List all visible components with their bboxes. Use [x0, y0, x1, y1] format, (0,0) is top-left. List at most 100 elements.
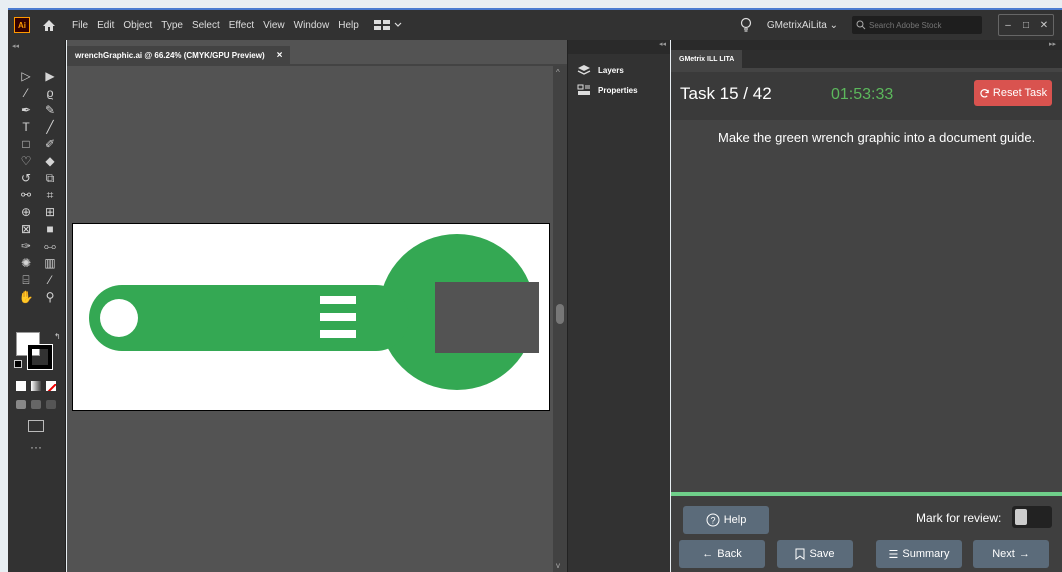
- default-colors-icon[interactable]: [14, 360, 22, 368]
- hand-tool-icon[interactable]: ✋: [15, 289, 37, 304]
- next-button[interactable]: Next →: [973, 540, 1049, 568]
- maximize-button[interactable]: □: [1017, 15, 1035, 35]
- help-button[interactable]: ? Help: [683, 506, 769, 534]
- mark-for-review-toggle[interactable]: [1012, 506, 1052, 528]
- lasso-tool-icon[interactable]: ϱ: [39, 85, 61, 100]
- artboard-tool-icon[interactable]: ⌸: [15, 272, 37, 287]
- rotate-tool-icon[interactable]: ↺: [15, 170, 37, 185]
- main-menu: File Edit Object Type Select Effect View…: [72, 20, 368, 31]
- save-label: Save: [809, 548, 835, 560]
- document-tab[interactable]: wrenchGraphic.ai @ 66.24% (CMYK/GPU Prev…: [67, 46, 291, 64]
- perspective-grid-tool-icon[interactable]: ⊞: [39, 204, 61, 219]
- tools-panel: ◂◂ ▷ ▶ ⁄ ϱ ✒ ✎ T ╱ □ ✐ ♡ ◆ ↺ ⧉ ⚯ ⌗ ⊕ ⊞ ⊠…: [8, 40, 66, 572]
- menu-bar: Ai File Edit Object Type Select Effect V…: [8, 8, 1062, 40]
- help-label: Help: [723, 514, 747, 526]
- layers-panel-button[interactable]: Layers: [568, 60, 670, 80]
- gradient-mode-icon[interactable]: [31, 381, 41, 391]
- scroll-up-icon[interactable]: ^: [556, 68, 560, 77]
- menu-edit[interactable]: Edit: [97, 20, 114, 31]
- menu-window[interactable]: Window: [294, 20, 330, 31]
- width-tool-icon[interactable]: ⚯: [15, 187, 37, 202]
- task-counter: Task 15 / 42: [680, 84, 772, 103]
- screen-mode-icon[interactable]: [28, 420, 44, 432]
- rectangle-tool-icon[interactable]: □: [15, 136, 37, 151]
- summary-label: Summary: [902, 548, 950, 560]
- menu-type[interactable]: Type: [161, 20, 183, 31]
- layers-icon: [576, 63, 592, 77]
- line-tool-icon[interactable]: ╱: [39, 119, 61, 134]
- reset-task-label: Reset Task: [992, 87, 1048, 99]
- scale-tool-icon[interactable]: ⧉: [39, 170, 61, 185]
- back-button[interactable]: ← Back: [679, 540, 765, 568]
- dock-collapse-icon[interactable]: ◂◂: [568, 40, 670, 54]
- search-input[interactable]: [869, 20, 969, 30]
- draw-behind-icon[interactable]: [31, 400, 41, 409]
- save-button[interactable]: Save: [777, 540, 853, 568]
- shape-builder-tool-icon[interactable]: ⊕: [15, 204, 37, 219]
- account-menu[interactable]: GMetrixAiLita ⌄: [767, 20, 838, 31]
- minimize-button[interactable]: –: [999, 15, 1017, 35]
- properties-icon: [576, 83, 592, 97]
- draw-inside-icon[interactable]: [46, 400, 56, 409]
- properties-panel-button[interactable]: Properties: [568, 80, 670, 100]
- draw-normal-icon[interactable]: [16, 400, 26, 409]
- gmetrix-collapse-icon[interactable]: ▸▸: [671, 40, 1062, 50]
- summary-button[interactable]: ☰ Summary: [876, 540, 962, 568]
- task-footer: ? Help Mark for review: ← Back Save ☰ Su…: [671, 496, 1062, 572]
- layers-label: Layers: [598, 65, 624, 75]
- account-name: GMetrixAiLita: [766, 19, 827, 31]
- mark-for-review-label: Mark for review:: [916, 511, 1002, 525]
- scroll-down-icon[interactable]: v: [556, 561, 560, 570]
- eraser-tool-icon[interactable]: ◆: [39, 153, 61, 168]
- wrench-graphic[interactable]: [73, 224, 549, 410]
- task-header: Task 15 / 42 01:53:33 Reset Task: [671, 72, 1062, 120]
- symbol-sprayer-tool-icon[interactable]: ✺: [15, 255, 37, 270]
- document-window: wrenchGraphic.ai @ 66.24% (CMYK/GPU Prev…: [67, 40, 567, 572]
- adobe-stock-search[interactable]: [852, 16, 982, 34]
- mesh-tool-icon[interactable]: ⊠: [15, 221, 37, 236]
- edit-toolbar-icon[interactable]: ···: [30, 440, 42, 454]
- magic-wand-tool-icon[interactable]: ⁄: [15, 85, 37, 100]
- menu-help[interactable]: Help: [338, 20, 359, 31]
- zoom-tool-icon[interactable]: ⚲: [39, 289, 61, 304]
- none-mode-icon[interactable]: [46, 381, 56, 391]
- collapse-icon[interactable]: ◂◂: [12, 42, 19, 50]
- lightbulb-icon[interactable]: [737, 16, 755, 34]
- menu-object[interactable]: Object: [123, 20, 152, 31]
- reset-task-button[interactable]: Reset Task: [974, 80, 1052, 106]
- menu-select[interactable]: Select: [192, 20, 220, 31]
- svg-text:?: ?: [710, 516, 715, 526]
- panel-dock: ◂◂ Layers Properties: [567, 40, 670, 572]
- eyedropper-tool-icon[interactable]: ✑: [15, 238, 37, 253]
- gmetrix-tab[interactable]: GMetrix ILL LITA: [671, 50, 743, 68]
- direct-selection-tool-icon[interactable]: ▶: [39, 68, 61, 83]
- shaper-tool-icon[interactable]: ♡: [15, 153, 37, 168]
- vertical-scrollbar[interactable]: ^ v: [553, 66, 567, 572]
- free-transform-tool-icon[interactable]: ⌗: [39, 187, 61, 202]
- close-button[interactable]: ✕: [1035, 15, 1053, 35]
- home-icon[interactable]: [40, 16, 58, 34]
- close-tab-icon[interactable]: ×: [277, 50, 283, 61]
- chevron-down-icon: [394, 22, 402, 27]
- color-mode-icon[interactable]: [16, 381, 26, 391]
- menu-file[interactable]: File: [72, 20, 88, 31]
- scrollbar-thumb[interactable]: [556, 304, 564, 324]
- pen-tool-icon[interactable]: ✒: [15, 102, 37, 117]
- illustrator-logo: Ai: [14, 17, 30, 33]
- stroke-swatch[interactable]: [27, 344, 53, 370]
- curvature-tool-icon[interactable]: ✎: [39, 102, 61, 117]
- artboard[interactable]: [72, 223, 550, 411]
- selection-tool-icon[interactable]: ▷: [15, 68, 37, 83]
- menu-view[interactable]: View: [263, 20, 285, 31]
- column-graph-tool-icon[interactable]: ▥: [39, 255, 61, 270]
- workspace-switcher[interactable]: [373, 20, 402, 30]
- menu-effect[interactable]: Effect: [229, 20, 254, 31]
- blend-tool-icon[interactable]: ⧟: [39, 238, 61, 253]
- swap-colors-icon[interactable]: ↰: [54, 332, 61, 341]
- slice-tool-icon[interactable]: ⁄: [39, 272, 61, 287]
- paintbrush-tool-icon[interactable]: ✐: [39, 136, 61, 151]
- type-tool-icon[interactable]: T: [15, 119, 37, 134]
- refresh-icon: [980, 88, 989, 98]
- toggle-knob: [1015, 509, 1027, 525]
- gradient-tool-icon[interactable]: ■: [39, 221, 61, 236]
